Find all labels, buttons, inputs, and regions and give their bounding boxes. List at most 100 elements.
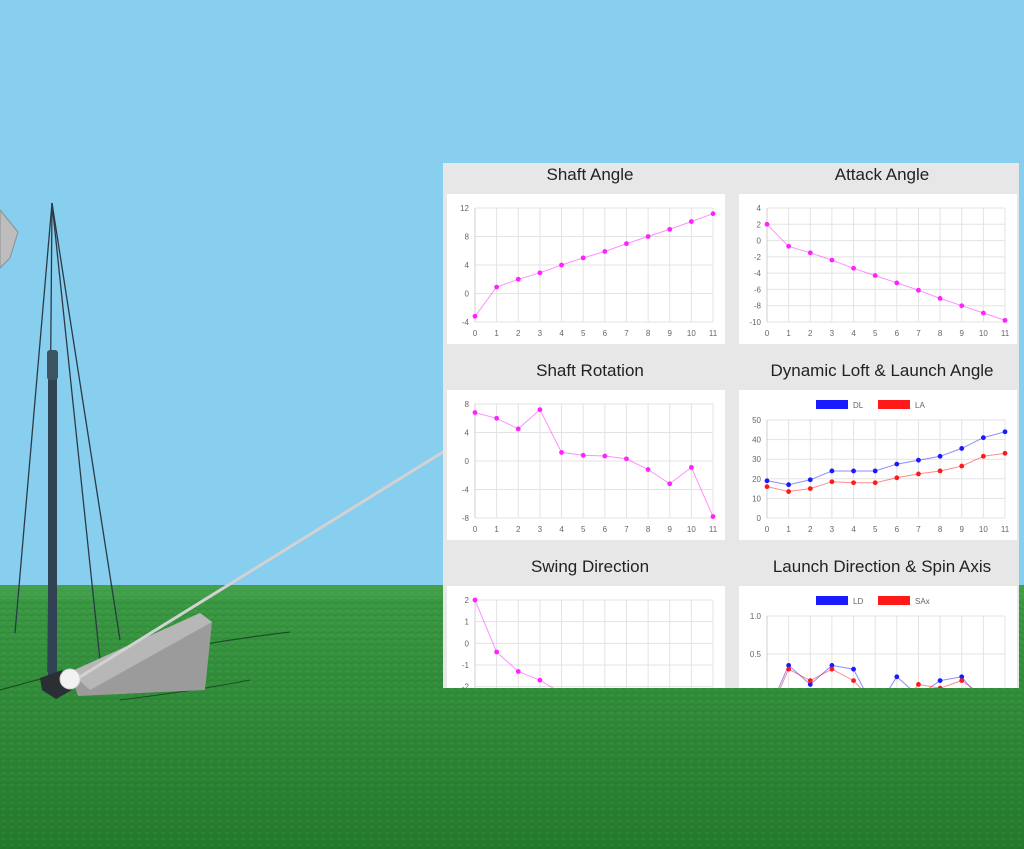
y-tick-label: -8	[462, 514, 470, 523]
data-point	[667, 481, 673, 487]
data-point	[916, 287, 921, 293]
x-tick-label: 4	[851, 329, 856, 338]
y-tick-label: 2	[757, 220, 762, 229]
x-tick-label: 11	[1001, 525, 1010, 534]
x-tick-label: 1	[786, 525, 791, 534]
x-tick-label: 8	[938, 329, 943, 338]
x-tick-label: 10	[979, 329, 988, 338]
x-tick-label: 3	[538, 525, 543, 534]
legend-label: DL	[853, 401, 864, 410]
chart-swing-direction: -4-3-2-1012	[462, 596, 714, 688]
y-tick-label: 30	[752, 455, 761, 464]
data-point	[688, 465, 694, 470]
y-tick-label: 4	[757, 204, 762, 213]
legend-label: LA	[915, 401, 925, 410]
data-point	[872, 273, 878, 278]
y-tick-label: 0.5	[750, 650, 762, 659]
y-tick-label: 0	[465, 290, 470, 299]
data-point	[807, 477, 813, 483]
legend-swatch	[878, 400, 910, 409]
y-tick-label: -10	[749, 318, 761, 327]
data-point	[602, 249, 608, 254]
y-tick-label: -4	[754, 269, 762, 278]
data-point	[894, 280, 900, 286]
y-tick-label: 0	[757, 514, 762, 523]
x-tick-label: 9	[960, 525, 965, 534]
legend-swatch	[816, 400, 848, 409]
data-point	[667, 226, 673, 232]
y-tick-label: -4	[462, 486, 470, 495]
chart-dynamic-loft: 0 10 20 30 40 50 0 1 2 3 4 5 6 7 8 9 10 11 DL LA	[752, 400, 1010, 534]
data-point	[602, 453, 608, 459]
x-tick-label: 9	[960, 329, 965, 338]
data-point	[559, 450, 564, 455]
data-point	[851, 468, 856, 474]
data-point	[894, 461, 900, 467]
x-tick-label: 1	[494, 525, 499, 534]
x-tick-label: 4	[559, 525, 564, 534]
x-tick-label: 11	[1001, 329, 1010, 338]
golf-club-grip	[47, 350, 58, 380]
y-tick-label: 0	[757, 237, 762, 246]
x-tick-label: 3	[830, 525, 835, 534]
y-tick-label: 4	[465, 429, 470, 438]
y-tick-label: 12	[460, 204, 469, 213]
x-tick-label: 6	[895, 525, 900, 534]
data-point	[851, 666, 856, 672]
x-tick-label: 2	[808, 525, 813, 534]
chart-title-dynamic-loft: Dynamic Loft & Launch Angle	[770, 361, 994, 380]
y-tick-label: -1	[462, 661, 470, 670]
y-tick-label: 1	[465, 618, 470, 627]
chart-launch-direction: -0.500.51.0LDSAx	[750, 596, 1006, 688]
data-point	[580, 255, 586, 261]
x-tick-label: 2	[516, 525, 521, 534]
chart-title-launch-direction: Launch Direction & Spin Axis	[772, 557, 992, 576]
x-tick-label: 7	[916, 525, 921, 534]
x-tick-label: 6	[603, 329, 608, 338]
data-point	[764, 478, 770, 484]
data-point	[851, 678, 856, 683]
series-line	[474, 408, 714, 517]
data-point	[515, 276, 521, 282]
golf-ball	[59, 668, 81, 690]
data-point	[645, 467, 651, 472]
y-tick-label: -2	[754, 253, 762, 262]
x-tick-label: 7	[916, 329, 921, 338]
data-point	[1002, 317, 1008, 323]
data-point	[710, 514, 716, 519]
data-point	[494, 649, 500, 655]
data-point	[807, 678, 813, 683]
data-point	[937, 453, 943, 459]
data-point	[916, 471, 921, 477]
x-tick-label: 11	[709, 525, 718, 534]
x-tick-label: 5	[873, 329, 878, 338]
data-point	[494, 415, 500, 421]
data-point	[916, 682, 921, 687]
data-point	[959, 463, 965, 469]
x-tick-label: 2	[808, 329, 813, 338]
data-point	[537, 270, 543, 276]
data-point	[645, 234, 651, 239]
x-tick-label: 10	[687, 525, 696, 534]
legend-label: LD	[853, 597, 863, 606]
data-point	[937, 295, 943, 301]
y-tick-label: 2	[465, 596, 470, 605]
x-tick-label: 4	[559, 329, 564, 338]
y-tick-label: -8	[754, 302, 762, 311]
data-point	[710, 211, 716, 217]
data-point	[786, 666, 792, 672]
x-tick-label: 5	[581, 525, 586, 534]
x-tick-label: 5	[581, 329, 586, 338]
y-tick-label: 8	[465, 233, 470, 242]
legend-swatch	[878, 596, 910, 605]
data-point	[472, 313, 478, 319]
x-tick-label: 8	[646, 525, 651, 534]
x-tick-label: 5	[873, 525, 878, 534]
data-point	[786, 489, 792, 494]
data-point	[959, 446, 965, 451]
data-point	[937, 685, 943, 688]
x-tick-label: 0	[765, 525, 770, 534]
data-point	[494, 284, 500, 290]
data-point	[937, 678, 943, 683]
x-tick-label: 3	[538, 329, 543, 338]
